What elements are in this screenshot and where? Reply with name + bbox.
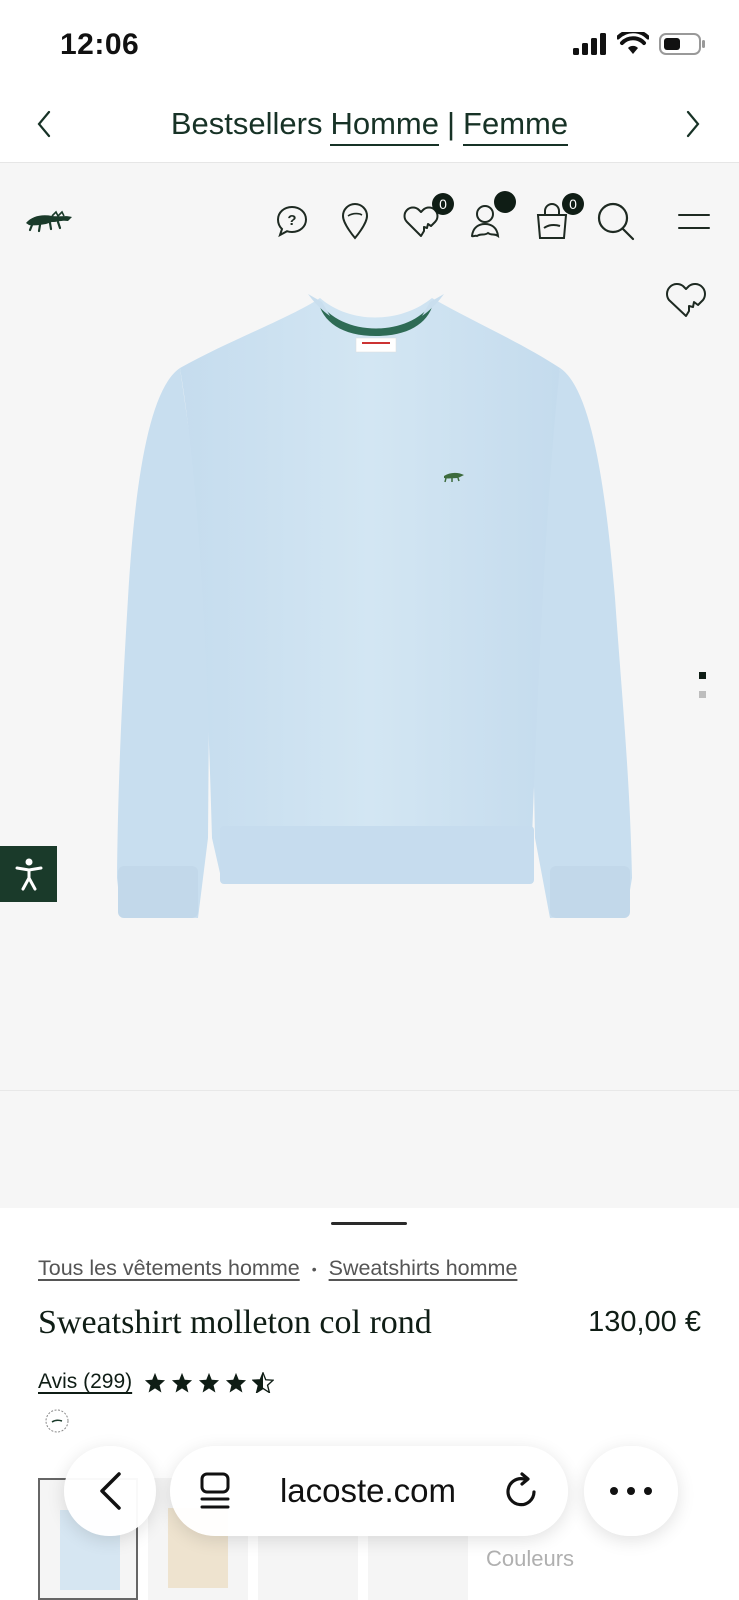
sheet-drag-handle[interactable] bbox=[331, 1222, 407, 1225]
star-full-icon bbox=[226, 1372, 247, 1393]
pagination-dot-active[interactable] bbox=[699, 672, 706, 679]
logo-link[interactable] bbox=[24, 199, 74, 243]
help-chat-icon: ? bbox=[276, 205, 308, 238]
product-image-area[interactable] bbox=[0, 278, 739, 1090]
pagination-dot[interactable] bbox=[699, 691, 706, 698]
location-pin-icon bbox=[341, 203, 369, 240]
star-full-icon bbox=[172, 1372, 193, 1393]
banner-link-men[interactable]: Homme bbox=[330, 106, 439, 146]
crocodile-logo-icon bbox=[26, 210, 72, 233]
reviews-summary: Avis (299) bbox=[38, 1370, 275, 1394]
browser-address-bar[interactable]: lacoste.com bbox=[170, 1446, 568, 1536]
chevron-right-icon bbox=[686, 110, 700, 138]
product-price: 130,00 € bbox=[588, 1306, 701, 1338]
more-colors-label[interactable]: Couleurs bbox=[486, 1546, 574, 1572]
status-indicators bbox=[573, 32, 707, 56]
back-arrow-icon bbox=[100, 1472, 121, 1510]
banner-prev-button[interactable] bbox=[28, 108, 60, 140]
search-button[interactable] bbox=[596, 199, 636, 243]
chevron-left-icon bbox=[37, 110, 51, 138]
browser-more-button[interactable] bbox=[584, 1446, 678, 1536]
banner-prefix: Bestsellers bbox=[170, 106, 323, 141]
product-title: Sweatshirt molleton col rond bbox=[38, 1304, 432, 1341]
product-image bbox=[117, 294, 632, 918]
cart-button[interactable]: 0 bbox=[534, 193, 584, 243]
add-to-wishlist-button[interactable] bbox=[661, 274, 711, 324]
wifi-icon bbox=[617, 32, 649, 54]
rating-stars bbox=[144, 1371, 275, 1393]
promo-banner: Bestsellers Homme | Femme bbox=[0, 90, 739, 163]
status-bar: 12:06 bbox=[0, 0, 739, 90]
battery-icon bbox=[659, 33, 705, 55]
breadcrumb-separator: • bbox=[311, 1260, 317, 1277]
browser-url: lacoste.com bbox=[279, 1472, 457, 1509]
banner-next-button[interactable] bbox=[677, 108, 709, 140]
durable-elegance-badge bbox=[44, 1408, 70, 1434]
search-icon bbox=[597, 202, 635, 241]
star-half-icon bbox=[252, 1371, 275, 1393]
image-gallery-strip bbox=[0, 1090, 739, 1208]
banner-separator: | bbox=[446, 106, 456, 141]
wishlist-button[interactable]: 0 bbox=[402, 193, 454, 243]
cellular-signal-icon bbox=[573, 33, 606, 55]
help-button[interactable]: ? bbox=[275, 199, 309, 243]
site-header: ? 0 0 bbox=[0, 163, 739, 278]
star-full-icon bbox=[145, 1372, 166, 1393]
browser-back-button[interactable] bbox=[64, 1446, 156, 1536]
more-dots-icon bbox=[610, 1487, 652, 1495]
account-button[interactable] bbox=[470, 191, 516, 243]
menu-button[interactable] bbox=[678, 199, 710, 243]
status-time: 12:06 bbox=[60, 28, 140, 61]
reload-icon[interactable] bbox=[504, 1472, 540, 1510]
durable-elegance-seal-icon bbox=[45, 1409, 69, 1433]
breadcrumb-link-sweatshirts[interactable]: Sweatshirts homme bbox=[329, 1256, 518, 1281]
banner-text: Bestsellers Homme | Femme bbox=[170, 106, 569, 146]
star-full-icon bbox=[199, 1372, 220, 1393]
account-status-dot bbox=[494, 191, 516, 213]
menu-icon bbox=[678, 214, 710, 229]
heart-outline-icon bbox=[666, 283, 706, 317]
breadcrumb-link-all-men[interactable]: Tous les vêtements homme bbox=[38, 1256, 300, 1281]
store-locator-button[interactable] bbox=[340, 199, 370, 243]
breadcrumb: Tous les vêtements homme • Sweatshirts h… bbox=[38, 1256, 517, 1281]
accessibility-button[interactable] bbox=[0, 846, 57, 902]
svg-text:?: ? bbox=[287, 212, 296, 229]
cart-count-badge: 0 bbox=[562, 193, 584, 215]
banner-link-women[interactable]: Femme bbox=[463, 106, 569, 146]
accessibility-icon bbox=[15, 858, 42, 891]
image-pagination bbox=[699, 672, 707, 698]
tabs-icon bbox=[200, 1472, 230, 1509]
reviews-link[interactable]: Avis (299) bbox=[38, 1370, 132, 1394]
wishlist-count-badge: 0 bbox=[432, 193, 454, 215]
